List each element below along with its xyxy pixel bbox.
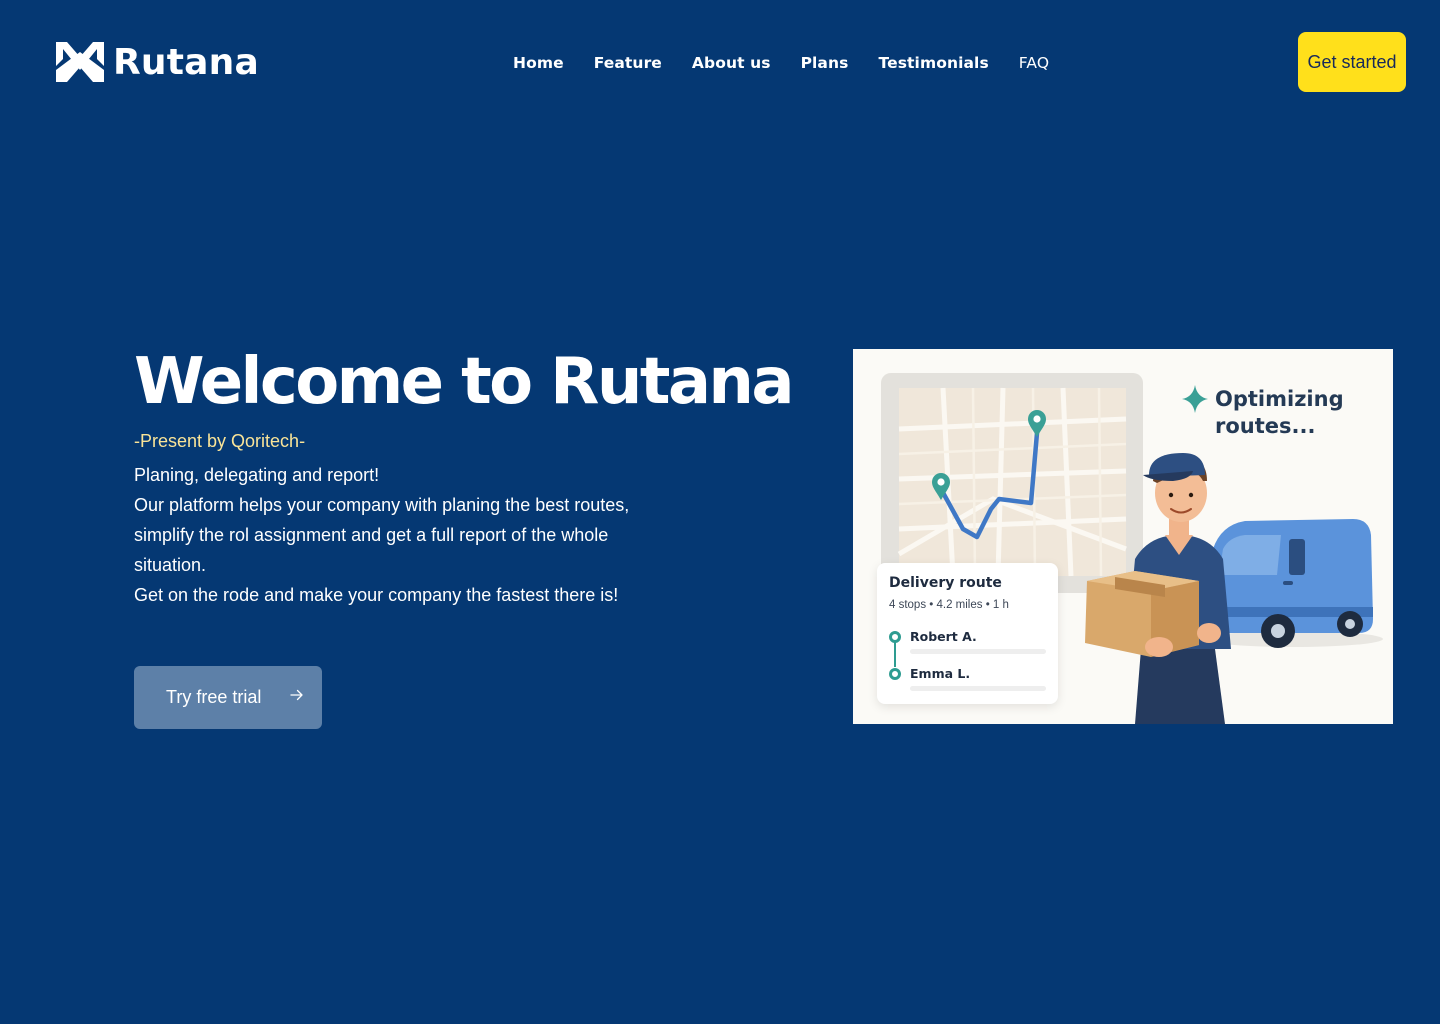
get-started-button[interactable]: Get started: [1298, 32, 1406, 92]
try-free-trial-label: Try free trial: [166, 687, 262, 707]
stop-name: Emma L.: [910, 666, 971, 681]
nav-faq[interactable]: FAQ: [1019, 54, 1049, 72]
nav-home[interactable]: Home: [513, 54, 564, 72]
description-line-3: Get on the rode and make your company th…: [134, 585, 619, 605]
stop-progress-bar: [910, 686, 1046, 691]
route-stop: Robert A.: [889, 629, 977, 644]
route-stop: Emma L.: [889, 666, 970, 681]
nav-feature[interactable]: Feature: [594, 54, 662, 72]
hero-description: Planing, delegating and report! Our plat…: [134, 460, 654, 610]
description-line-2: Our platform helps your company with pla…: [134, 495, 630, 575]
route-connector: [894, 641, 896, 667]
stop-marker-icon: [889, 667, 901, 680]
delivery-route-card: Delivery route 4 stops • 4.2 miles • 1 h…: [877, 563, 1058, 704]
hero-illustration: Optimizing routes... Delivery route 4 st…: [853, 349, 1393, 724]
hero-title: Welcome to Rutana: [134, 345, 795, 419]
stop-progress-bar: [910, 649, 1046, 654]
nav-testimonials[interactable]: Testimonials: [878, 54, 988, 72]
try-free-trial-button[interactable]: Try free trial: [134, 666, 322, 729]
sparkle-icon: [1182, 385, 1208, 413]
delivery-van-illustration: [1203, 519, 1383, 648]
presenter-tagline: -Present by Qoritech-: [134, 431, 306, 451]
brand-name: Rutana: [113, 41, 259, 83]
arrow-right-icon: [290, 689, 303, 701]
rutana-logo-icon: [56, 42, 104, 82]
brand-logo[interactable]: Rutana: [56, 40, 259, 84]
main-nav: Home Feature About us Plans Testimonials…: [513, 52, 1049, 74]
route-card-meta: 4 stops • 4.2 miles • 1 h: [889, 599, 1009, 611]
description-line-1: Planing, delegating and report!: [134, 465, 380, 485]
stop-name: Robert A.: [910, 629, 977, 644]
nav-plans[interactable]: Plans: [801, 54, 849, 72]
nav-about-us[interactable]: About us: [692, 54, 771, 72]
optimizing-status-label: Optimizing routes...: [1215, 387, 1344, 438]
route-card-title: Delivery route: [889, 575, 1002, 591]
